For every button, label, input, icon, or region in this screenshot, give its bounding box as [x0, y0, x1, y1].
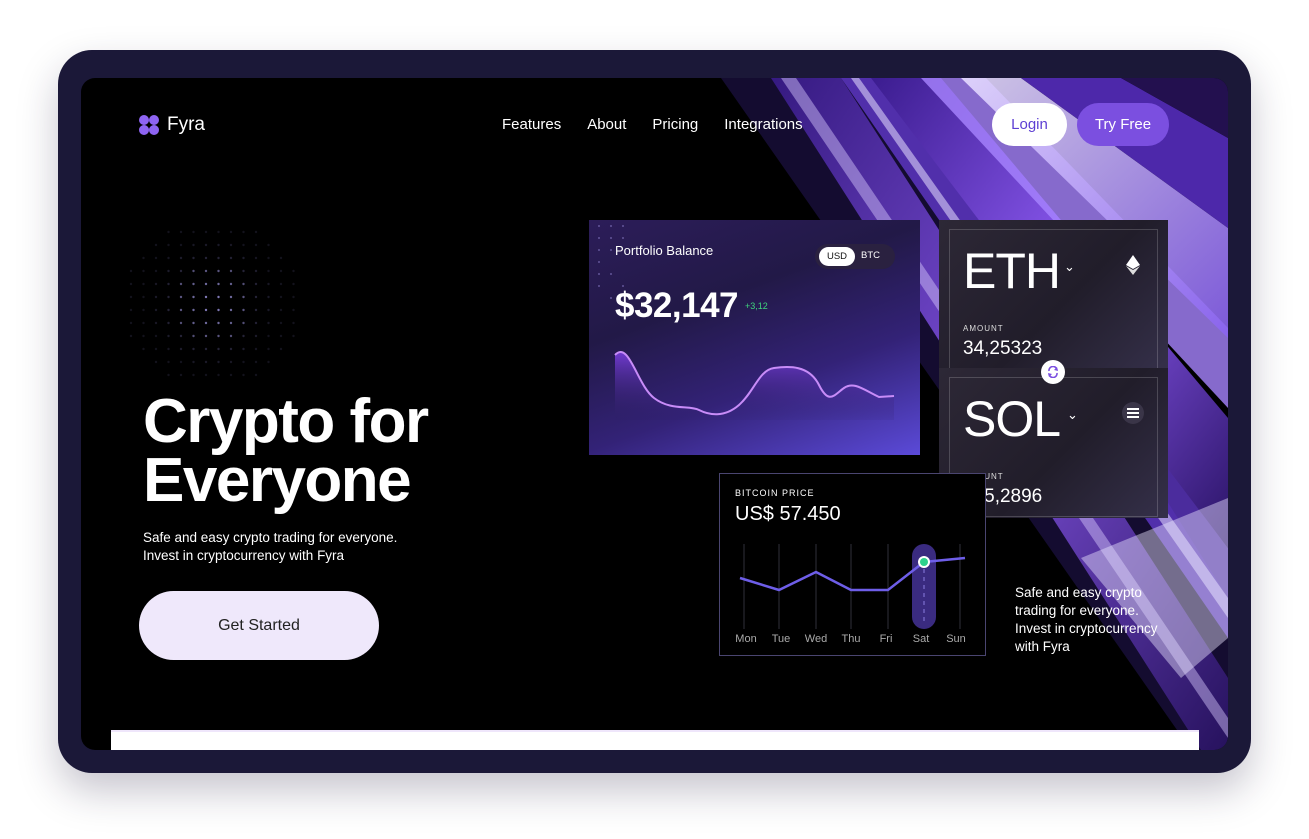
- eth-amount: 34,25323: [963, 338, 1043, 359]
- get-started-button[interactable]: Get Started: [139, 591, 379, 660]
- browser-screen: Fyra Features About Pricing Integrations…: [81, 78, 1228, 750]
- device-frame: Fyra Features About Pricing Integrations…: [58, 50, 1251, 773]
- flower-logo-icon: [139, 115, 159, 135]
- next-section-edge: [111, 730, 1199, 750]
- login-button[interactable]: Login: [992, 103, 1067, 146]
- brand-logo[interactable]: Fyra: [139, 114, 205, 136]
- currency-usd-option[interactable]: USD: [819, 247, 855, 266]
- day-label: Fri: [879, 633, 893, 645]
- side-description: Safe and easy crypto trading for everyon…: [1015, 585, 1158, 654]
- currency-toggle[interactable]: USD BTC: [815, 244, 895, 269]
- nav-item-pricing[interactable]: Pricing: [652, 116, 698, 133]
- solana-icon: [1122, 402, 1144, 424]
- day-label: Wed: [804, 633, 828, 645]
- coin-symbol: SOL: [963, 391, 1061, 447]
- chevron-down-icon[interactable]: ⌄: [1064, 259, 1075, 275]
- currency-btc-option[interactable]: BTC: [861, 250, 880, 261]
- nav-item-about[interactable]: About: [587, 116, 626, 133]
- nav-item-features[interactable]: Features: [502, 116, 561, 133]
- portfolio-change: +3,12: [745, 301, 768, 311]
- chevron-down-icon[interactable]: ⌄: [1067, 407, 1078, 423]
- day-label: Thu: [841, 633, 861, 645]
- day-label: Tue: [771, 633, 791, 645]
- try-free-button[interactable]: Try Free: [1077, 103, 1169, 146]
- eth-card[interactable]: ETH ⌄ AMOUNT 34,25323: [939, 220, 1168, 370]
- eth-card-border: ETH ⌄ AMOUNT 34,25323: [949, 229, 1158, 369]
- portfolio-amount: $32,147: [615, 286, 739, 325]
- portfolio-label: Portfolio Balance: [615, 243, 714, 258]
- main-nav: Features About Pricing Integrations: [502, 116, 803, 133]
- nav-item-integrations[interactable]: Integrations: [724, 116, 802, 133]
- amount-label: AMOUNT: [963, 324, 1004, 333]
- day-label-selected: Sat: [912, 633, 930, 645]
- day-label: Sun: [946, 633, 966, 645]
- swap-icon[interactable]: [1041, 360, 1065, 384]
- hero-subtitle: Safe and easy crypto trading for everyon…: [143, 530, 398, 563]
- coin-symbol: ETH: [963, 243, 1061, 299]
- portfolio-balance-card: Portfolio Balance USD BTC $32,147 +3,12: [589, 220, 920, 455]
- ethereum-icon: [1122, 254, 1144, 276]
- dot-grid-decoration: [129, 230, 295, 377]
- bitcoin-price-card: BITCOIN PRICE US$ 57.450 Mon Tue Wed Thu…: [719, 473, 986, 656]
- bitcoin-price-chart: [739, 544, 966, 629]
- hero-title: Crypto for Everyone: [143, 387, 429, 515]
- brand-name: Fyra: [167, 114, 205, 135]
- day-label: Mon: [735, 633, 757, 645]
